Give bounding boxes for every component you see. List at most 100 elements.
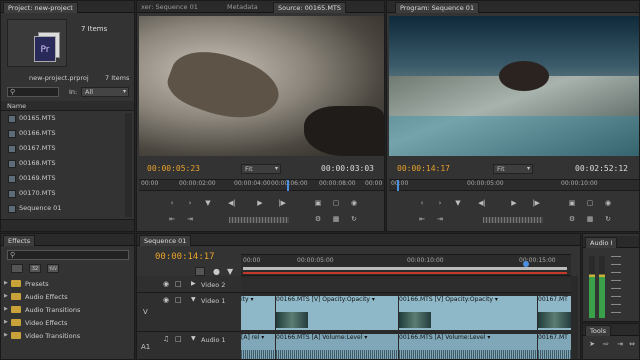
add-marker-icon[interactable]: ▼ bbox=[227, 267, 233, 276]
lock-icon[interactable]: □ bbox=[175, 296, 182, 304]
audio-clip[interactable]: [A] rel ▾ bbox=[241, 334, 275, 359]
marker-icon[interactable]: ▼ bbox=[203, 199, 213, 208]
lock-icon[interactable]: □ bbox=[175, 335, 182, 343]
program-fit-select[interactable]: Fit ▾ bbox=[493, 164, 533, 174]
snap-icon[interactable] bbox=[195, 267, 205, 276]
tab-program[interactable]: Program: Sequence 01 bbox=[395, 2, 480, 13]
list-item[interactable]: 00168.MTS bbox=[1, 158, 134, 170]
expand-triangle-icon[interactable]: ▶ bbox=[4, 280, 8, 286]
ripple-edit-tool-icon[interactable]: ⇥ bbox=[615, 340, 625, 349]
list-item[interactable]: 00166.MTS bbox=[1, 128, 134, 140]
overwrite-icon[interactable]: ▢ bbox=[331, 199, 341, 208]
collapse-triangle-icon[interactable]: ▶ bbox=[191, 280, 196, 287]
export-frame-icon[interactable]: ◉ bbox=[349, 199, 359, 208]
tab-effects[interactable]: Effects bbox=[3, 235, 36, 246]
export-frame-icon[interactable]: ◉ bbox=[603, 199, 613, 208]
audio-clip[interactable]: 00166.MTS [A] Volume:Level ▾ bbox=[399, 334, 537, 359]
audio-clip[interactable]: 00167.MT bbox=[538, 334, 571, 359]
effects-folder[interactable]: ▶ Presets bbox=[1, 278, 134, 290]
loop-icon[interactable]: ↻ bbox=[349, 215, 359, 224]
accelerated-effects-icon[interactable] bbox=[11, 264, 23, 273]
step-forward-icon[interactable]: |▶ bbox=[277, 199, 287, 208]
expand-triangle-icon[interactable]: ▼ bbox=[191, 335, 196, 342]
go-to-out-icon[interactable]: ⇥ bbox=[185, 215, 195, 224]
go-to-out-icon[interactable]: ⇥ bbox=[435, 215, 445, 224]
marker-icon[interactable]: ▼ bbox=[453, 199, 463, 208]
insert-icon[interactable]: ▣ bbox=[313, 199, 323, 208]
lock-icon[interactable]: □ bbox=[175, 280, 182, 288]
jog-slider[interactable] bbox=[229, 217, 289, 223]
effects-search-input[interactable]: ⚲ bbox=[7, 250, 129, 260]
tab-project[interactable]: Project: new-project bbox=[3, 2, 78, 13]
effects-folder[interactable]: ▶ Video Effects bbox=[1, 317, 134, 329]
program-playhead[interactable] bbox=[397, 180, 399, 191]
mark-in-icon[interactable]: ‹ bbox=[167, 199, 177, 208]
effects-folder[interactable]: ▶ Audio Transitions bbox=[1, 304, 134, 316]
name-column-header[interactable]: Name bbox=[1, 101, 134, 111]
eye-icon[interactable]: ◉ bbox=[163, 296, 169, 304]
step-back-icon[interactable]: ◀| bbox=[227, 199, 237, 208]
list-item[interactable]: 00169.MTS bbox=[1, 173, 134, 185]
timeline-timecode[interactable]: 00:00:14:17 bbox=[155, 252, 215, 262]
timeline-ruler[interactable]: 00:00 00:00:05:00 00:00:10:00 00:00:15:0… bbox=[241, 254, 571, 276]
timeline-scrollbar[interactable] bbox=[571, 276, 578, 359]
mark-out-icon[interactable]: › bbox=[435, 199, 445, 208]
in-select[interactable]: All ▾ bbox=[81, 87, 129, 97]
settings-icon[interactable]: ⚙ bbox=[313, 215, 323, 224]
go-to-in-icon[interactable]: ⇤ bbox=[167, 215, 177, 224]
video-clip[interactable]: 00166.MTS [V] Opacity:Opacity ▾ bbox=[399, 296, 537, 330]
video-clip[interactable]: ity ▾ bbox=[241, 296, 275, 330]
jog-slider[interactable] bbox=[483, 217, 543, 223]
loop-icon[interactable]: ↻ bbox=[603, 215, 613, 224]
tab-metadata[interactable]: Metadata bbox=[223, 2, 262, 13]
expand-triangle-icon[interactable]: ▶ bbox=[4, 332, 8, 338]
tab-sequence[interactable]: Sequence 01 bbox=[139, 235, 192, 246]
effects-folder[interactable]: ▶ Audio Effects bbox=[1, 291, 134, 303]
play-icon[interactable]: ▶ bbox=[255, 199, 265, 208]
list-item[interactable]: 00167.MTS bbox=[1, 143, 134, 155]
source-ruler[interactable]: 00:00 00:00:02:00 00:00:04:00 00:00:06:0… bbox=[139, 179, 384, 191]
track-select-tool-icon[interactable]: ⇨ bbox=[601, 340, 611, 349]
tab-tools[interactable]: Tools bbox=[585, 325, 612, 336]
tab-source[interactable]: Source: 00165.MTS bbox=[273, 2, 347, 13]
safe-margins-icon[interactable]: ▦ bbox=[331, 215, 341, 224]
program-ruler[interactable]: 00:00 00:00:05:00 00:00:10:00 bbox=[389, 179, 639, 191]
source-fit-select[interactable]: Fit ▾ bbox=[241, 164, 281, 174]
list-item[interactable]: Sequence 01 bbox=[1, 203, 134, 215]
video-clip[interactable]: 00166.MTS [V] Opacity:Opacity ▾ bbox=[276, 296, 398, 330]
selection-tool-icon[interactable]: ➤ bbox=[587, 340, 597, 349]
work-area-bar[interactable] bbox=[243, 267, 567, 270]
expand-triangle-icon[interactable]: ▶ bbox=[4, 319, 8, 325]
mark-out-icon[interactable]: › bbox=[185, 199, 195, 208]
effects-folder[interactable]: ▶ Video Transitions bbox=[1, 330, 134, 342]
video-target-label[interactable]: V bbox=[143, 308, 148, 316]
step-forward-icon[interactable]: |▶ bbox=[531, 199, 541, 208]
rolling-edit-tool-icon[interactable]: ⇔ bbox=[627, 340, 637, 349]
program-timecode[interactable]: 00:00:14:17 bbox=[397, 164, 450, 173]
list-item[interactable]: 00165.MTS bbox=[1, 113, 134, 125]
expand-triangle-icon[interactable]: ▼ bbox=[191, 296, 196, 303]
step-back-icon[interactable]: ◀| bbox=[477, 199, 487, 208]
audio-clip[interactable]: 00166.MTS [A] Volume:Level ▾ bbox=[276, 334, 398, 359]
audio-target-label[interactable]: A1 bbox=[141, 343, 150, 351]
lift-icon[interactable]: ▣ bbox=[567, 199, 577, 208]
mark-in-icon[interactable]: ‹ bbox=[417, 199, 427, 208]
32-bit-effects-icon[interactable]: 32 bbox=[29, 264, 41, 273]
safe-margins-icon[interactable]: ▦ bbox=[585, 215, 595, 224]
video-clip[interactable]: 00167.MT bbox=[538, 296, 571, 330]
expand-triangle-icon[interactable]: ▶ bbox=[4, 293, 8, 299]
speaker-icon[interactable]: ♫ bbox=[163, 335, 169, 343]
project-scrollbar[interactable] bbox=[125, 113, 132, 217]
source-playhead[interactable] bbox=[287, 180, 289, 191]
source-timecode[interactable]: 00:00:05:23 bbox=[147, 164, 200, 173]
search-input[interactable]: ⚲ bbox=[7, 87, 59, 97]
timeline-playhead-head[interactable] bbox=[523, 261, 529, 267]
tab-sequence-mixer[interactable]: xer: Sequence 01 bbox=[137, 2, 202, 13]
tab-audio-meters[interactable]: Audio I bbox=[585, 237, 618, 248]
expand-triangle-icon[interactable]: ▶ bbox=[4, 306, 8, 312]
play-icon[interactable]: ▶ bbox=[509, 199, 519, 208]
extract-icon[interactable]: ▢ bbox=[585, 199, 595, 208]
linked-selection-icon[interactable]: ● bbox=[213, 267, 220, 276]
list-item[interactable]: 00170.MTS bbox=[1, 188, 134, 200]
yuv-effects-icon[interactable]: YUV bbox=[47, 264, 59, 273]
